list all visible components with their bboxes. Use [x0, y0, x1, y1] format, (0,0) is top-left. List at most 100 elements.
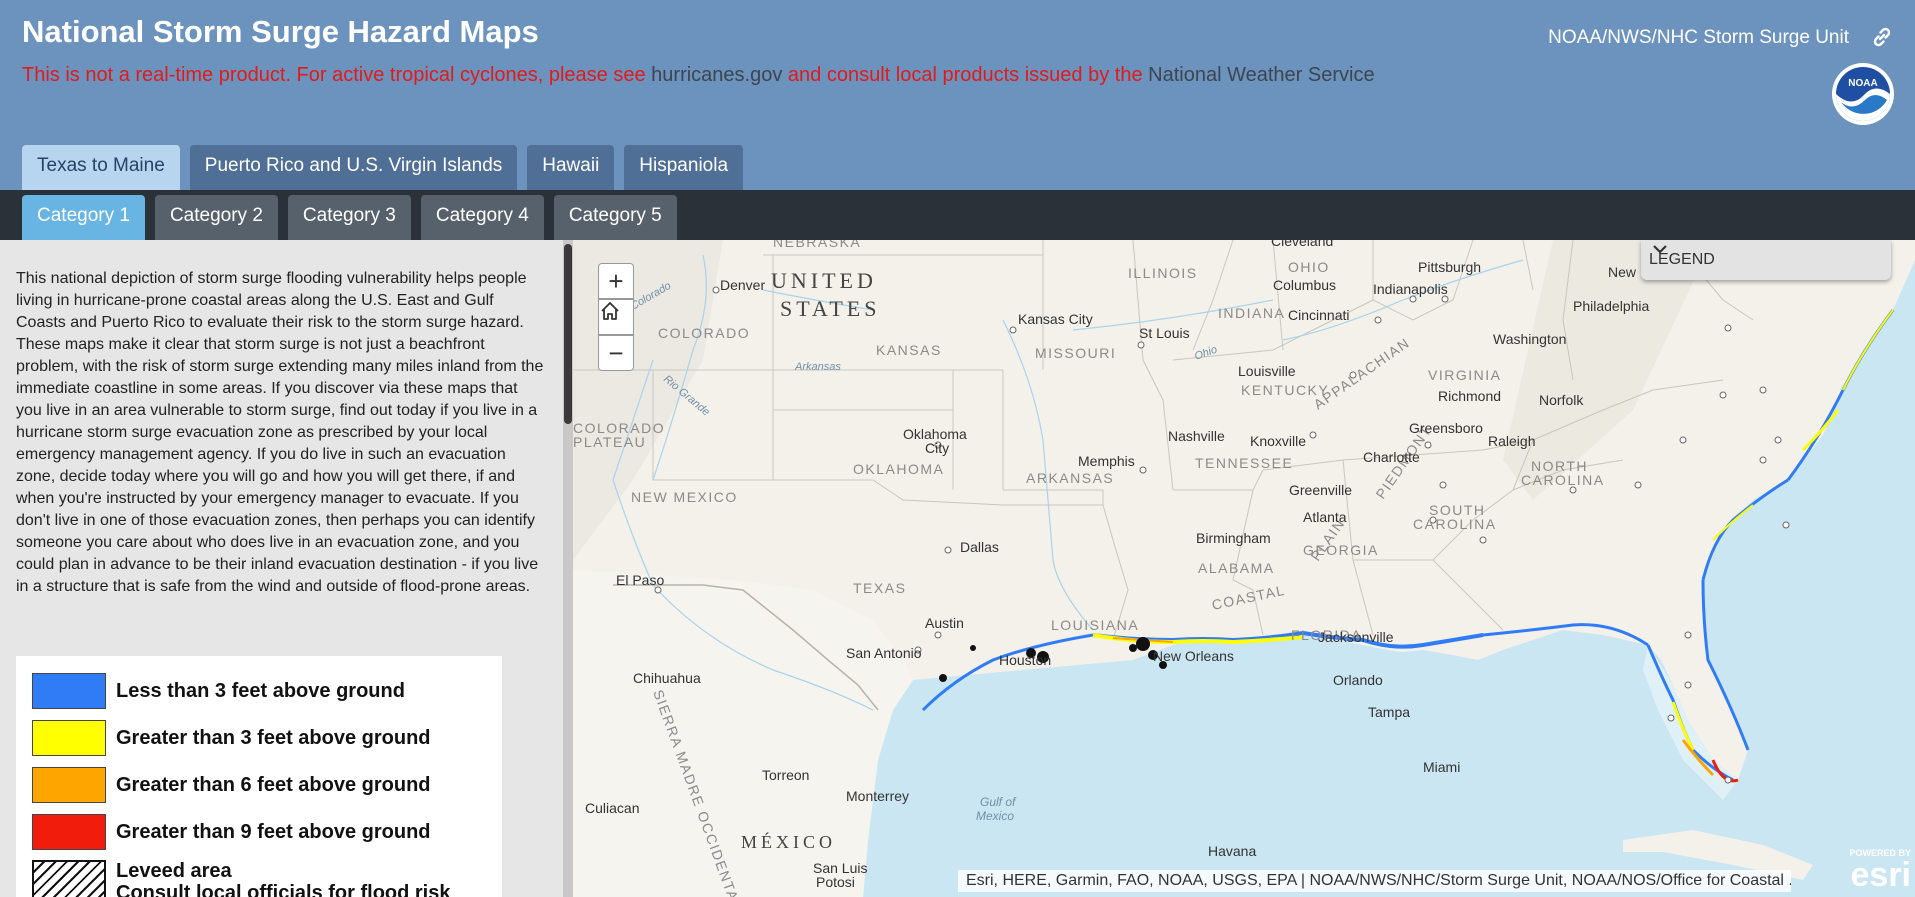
map-label-alabama: ALABAMA [1198, 560, 1275, 576]
map-label-memphis: Memphis [1078, 453, 1135, 469]
zoom-in-button[interactable]: + [598, 263, 634, 299]
map-label-new-mexico: NEW MEXICO [631, 489, 738, 505]
zoom-out-button[interactable]: − [598, 335, 634, 371]
home-icon [601, 302, 619, 320]
map-label-cleveland: Cleveland [1271, 240, 1333, 249]
map-label-carolina-2: CAROLINA [1413, 516, 1497, 532]
map-label-kansas: KANSAS [876, 342, 942, 358]
description-text: This national depiction of storm surge f… [16, 270, 544, 595]
map-label-miami: Miami [1423, 759, 1460, 775]
map-label-new-york: New [1608, 264, 1637, 280]
legend-swatch [32, 673, 106, 709]
map-label-indianapolis: Indianapolis [1373, 281, 1448, 297]
map-label-denver: Denver [720, 277, 765, 293]
map-label-san-antonio: San Antonio [846, 645, 922, 661]
legend-swatch [32, 767, 106, 803]
map-label-jacksonville: Jacksonville [1318, 629, 1394, 645]
map-label-torreon: Torreon [762, 767, 809, 783]
category-tab-5[interactable]: Category 5 [553, 195, 677, 240]
esri-logo[interactable]: POWERED BY esri [1836, 848, 1911, 894]
map-label-nashville: Nashville [1168, 428, 1225, 444]
map-label-mexico: MÉXICO [741, 831, 836, 852]
legend-toggle-button[interactable]: LEGEND [1641, 240, 1891, 280]
map-label-texas: TEXAS [853, 580, 906, 596]
legend-row-greater-9ft: Greater than 9 feet above ground [32, 813, 431, 851]
map-view[interactable]: UNITED STATES MÉXICO Gulf of Mexico NEBR… [573, 240, 1915, 897]
region-tab-0[interactable]: Texas to Maine [22, 145, 180, 190]
map-label-arkansas: ARKANSAS [1026, 470, 1114, 486]
map-label-tennessee: TENNESSEE [1195, 455, 1293, 471]
levee-label: Leveed area [116, 860, 232, 882]
legend-swatch [32, 720, 106, 756]
map-label-carolina-1: CAROLINA [1521, 472, 1605, 488]
hurricanes-gov-link[interactable]: hurricanes.gov [651, 64, 782, 86]
nws-link[interactable]: National Weather Service [1148, 64, 1374, 86]
map-label-pittsburgh: Pittsburgh [1418, 259, 1481, 275]
map-label-richmond: Richmond [1438, 388, 1501, 404]
map-label-washington: Washington [1493, 331, 1566, 347]
map-label-oklahoma: OKLAHOMA [853, 461, 944, 477]
chevron-down-icon [1653, 245, 1667, 254]
map-label-united: UNITED [771, 268, 877, 293]
category-bar: Category 1 Category 2 Category 3 Category 4… [0, 190, 1915, 240]
map-label-greensboro: Greensboro [1409, 420, 1483, 436]
map-label-colorado: COLORADO [658, 325, 750, 341]
map-label-tampa: Tampa [1368, 704, 1410, 720]
page-title: National Storm Surge Hazard Maps [22, 14, 539, 49]
legend-label: Greater than 9 feet above ground [116, 821, 431, 843]
legend-label: Greater than 6 feet above ground [116, 774, 431, 796]
map-label-monterrey: Monterrey [846, 788, 909, 804]
home-button[interactable] [598, 299, 634, 335]
map-label-orlando: Orlando [1333, 672, 1383, 688]
map-label-chihuahua: Chihuahua [633, 670, 701, 686]
legend-row-leveed: Leveed area Consult local officials for … [32, 860, 450, 897]
legend-row-less-3ft: Less than 3 feet above ground [32, 672, 405, 710]
map-attribution: Esri, HERE, Garmin, FAO, NOAA, USGS, EPA… [958, 870, 1791, 892]
map-label-virginia: VIRGINIA [1428, 367, 1501, 383]
region-tab-1[interactable]: Puerto Rico and U.S. Virgin Islands [189, 145, 518, 190]
map-label-oklahoma-city-2: City [925, 440, 949, 456]
map-label-san-luis-2: Potosi [816, 874, 855, 890]
map-label-el-paso: El Paso [616, 572, 664, 588]
map-label-norfolk: Norfolk [1539, 392, 1584, 408]
map-label-missouri: MISSOURI [1035, 345, 1116, 361]
basemap: UNITED STATES MÉXICO Gulf of Mexico NEBR… [573, 240, 1915, 897]
esri-text: esri [1850, 856, 1912, 894]
map-label-st-louis: St Louis [1139, 325, 1190, 341]
map-label-havana: Havana [1208, 843, 1256, 859]
region-tab-3[interactable]: Hispaniola [624, 145, 744, 190]
map-label-raleigh: Raleigh [1488, 433, 1535, 449]
share-link-icon[interactable] [1869, 24, 1895, 50]
category-tabs: Category 1 Category 2 Category 3 Category 4… [22, 195, 677, 240]
map-label-indiana: INDIANA [1218, 305, 1285, 321]
map-label-states: STATES [780, 296, 880, 321]
levee-sublabel: Consult local officials for flood risk [116, 882, 451, 897]
region-tab-2[interactable]: Hawaii [527, 145, 615, 190]
notice-text-middle: and consult local products issued by the [787, 64, 1143, 86]
surge-legend: Less than 3 feet above ground Greater th… [16, 656, 502, 897]
legend-label: Greater than 3 feet above ground [116, 727, 431, 749]
legend-label: Less than 3 feet above ground [116, 680, 405, 702]
category-tab-2[interactable]: Category 2 [154, 195, 278, 240]
category-tab-3[interactable]: Category 3 [287, 195, 411, 240]
map-label-ohio: OHIO [1288, 259, 1330, 275]
map-label-illinois: ILLINOIS [1128, 265, 1198, 281]
map-label-knoxville: Knoxville [1250, 433, 1306, 449]
map-label-dallas: Dallas [960, 539, 999, 555]
category-tab-1[interactable]: Category 1 [22, 195, 145, 240]
disclaimer-notice: This is not a real-time product. For act… [22, 64, 1375, 87]
map-label-louisville: Louisville [1238, 363, 1296, 379]
map-label-austin: Austin [925, 615, 964, 631]
map-label-gulf-2: Mexico [976, 809, 1014, 823]
map-label-colorado-plateau-2: PLATEAU [573, 434, 646, 450]
sidebar-scrollbar[interactable] [563, 240, 573, 897]
region-tabs: Texas to Maine Puerto Rico and U.S. Virgi… [22, 145, 744, 190]
map-label-louisiana: LOUISIANA [1051, 617, 1139, 633]
map-label-philadelphia: Philadelphia [1573, 298, 1649, 314]
unit-name: NOAA/NWS/NHC Storm Surge Unit [1548, 27, 1849, 48]
category-tab-4[interactable]: Category 4 [420, 195, 544, 240]
map-label-cincinnati: Cincinnati [1288, 307, 1349, 323]
map-label-kansas-city: Kansas City [1018, 311, 1093, 327]
scrollbar-thumb[interactable] [564, 244, 572, 424]
map-label-arkansas-river: Arkansas [794, 361, 841, 373]
